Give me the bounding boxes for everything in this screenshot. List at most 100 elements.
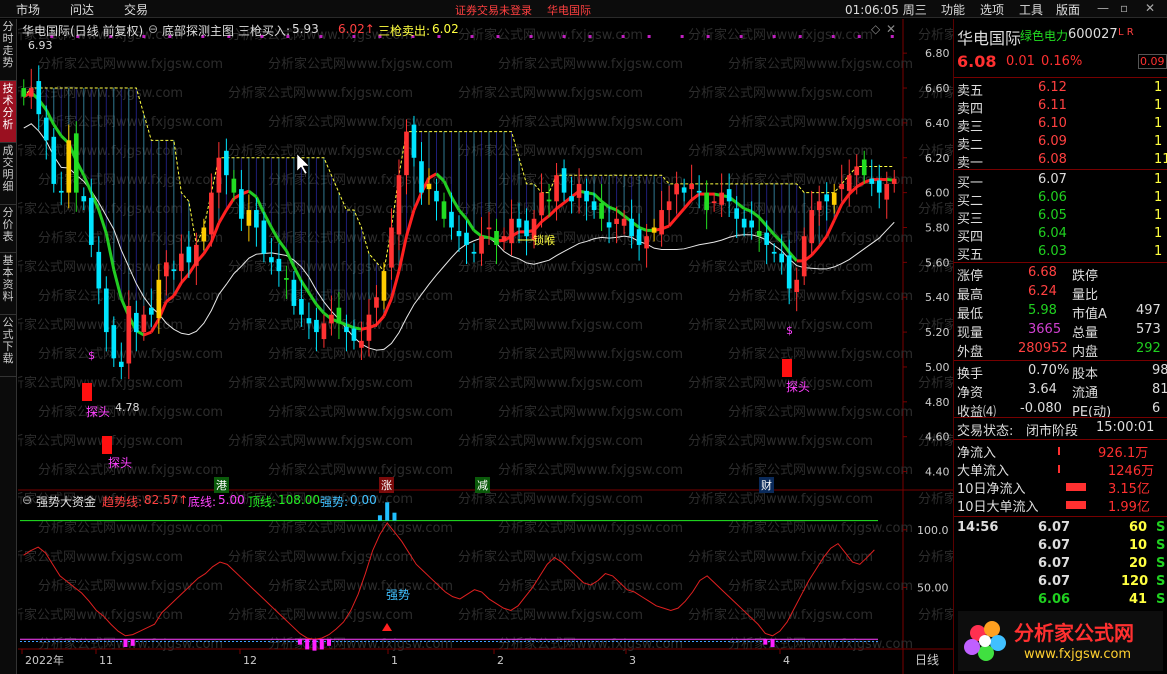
candle-body[interactable]: [861, 159, 867, 176]
candle-body[interactable]: [569, 196, 574, 202]
candle-body[interactable]: [441, 201, 447, 219]
candle-body[interactable]: [194, 244, 199, 266]
event-marker-finance[interactable]: 财: [759, 477, 774, 493]
candle-body[interactable]: [254, 210, 259, 228]
candle-body[interactable]: [164, 262, 169, 277]
candle-body[interactable]: [261, 220, 267, 254]
ask-row[interactable]: 卖三 6.10 1: [954, 116, 1167, 135]
candle-body[interactable]: [891, 178, 897, 184]
candle-body[interactable]: [321, 323, 327, 340]
ask-row[interactable]: 卖二 6.09 1: [954, 134, 1167, 153]
ask-row[interactable]: 卖四 6.11 1: [954, 98, 1167, 117]
candle-body[interactable]: [689, 183, 694, 190]
minimize-icon[interactable]: —: [1097, 1, 1109, 15]
candle-body[interactable]: [786, 255, 792, 289]
candle-body[interactable]: [696, 190, 702, 193]
panel-close-icon[interactable]: ✕: [886, 22, 896, 36]
tab-price-table[interactable]: 分价表: [0, 205, 16, 253]
candle-body[interactable]: [201, 227, 207, 242]
candle-body[interactable]: [494, 230, 499, 245]
close-icon[interactable]: ✕: [1145, 1, 1155, 15]
candle-body[interactable]: [704, 192, 709, 211]
candle-body[interactable]: [351, 328, 357, 341]
candle-body[interactable]: [231, 178, 237, 193]
candle-body[interactable]: [621, 218, 627, 226]
bid-row[interactable]: 买三 6.05 1: [954, 208, 1167, 227]
sub-indicator-name[interactable]: 强势大资金: [36, 493, 96, 510]
tab-trades[interactable]: 成交明细: [0, 143, 16, 205]
candle-body[interactable]: [884, 183, 890, 200]
candle-body[interactable]: [419, 161, 424, 193]
diamond-icon[interactable]: ◇: [871, 22, 880, 36]
candle-body[interactable]: [404, 131, 409, 176]
candle-body[interactable]: [284, 278, 289, 280]
candle-body[interactable]: [464, 232, 469, 245]
bid-row[interactable]: 买一 6.07 1: [954, 172, 1167, 191]
candle-body[interactable]: [711, 201, 717, 204]
candle-body[interactable]: [28, 88, 34, 97]
candle-body[interactable]: [186, 246, 192, 263]
candle-body[interactable]: [614, 218, 619, 225]
candle-body[interactable]: [854, 166, 860, 176]
candle-body[interactable]: [344, 326, 349, 333]
candle-body[interactable]: [516, 218, 522, 228]
candle-body[interactable]: [606, 222, 612, 228]
candle-body[interactable]: [239, 189, 244, 219]
candle-body[interactable]: [509, 218, 514, 244]
candle-body[interactable]: [434, 190, 439, 202]
candle-body[interactable]: [779, 253, 785, 263]
candle-body[interactable]: [209, 192, 214, 235]
candle-body[interactable]: [824, 194, 830, 202]
indicator-name[interactable]: 底部探测主图: [162, 22, 234, 39]
candle-body[interactable]: [118, 361, 124, 367]
menu-trade[interactable]: 交易: [124, 1, 148, 18]
candle-body[interactable]: [644, 236, 649, 249]
candle-body[interactable]: [734, 208, 739, 219]
candle-body[interactable]: [794, 279, 800, 292]
candle-body[interactable]: [269, 257, 274, 263]
candle-body[interactable]: [366, 314, 372, 341]
ask-row[interactable]: 卖五 6.12 1: [954, 80, 1167, 99]
candle-body[interactable]: [224, 150, 229, 176]
candle-body[interactable]: [411, 124, 417, 158]
bid-row[interactable]: 买二 6.06 1: [954, 190, 1167, 209]
candle-body[interactable]: [276, 258, 282, 272]
candle-body[interactable]: [666, 201, 672, 211]
event-marker-rise[interactable]: 涨: [379, 477, 394, 493]
candle-body[interactable]: [171, 269, 177, 272]
candle-body[interactable]: [329, 314, 334, 324]
candle-body[interactable]: [816, 201, 822, 211]
candle-body[interactable]: [246, 210, 252, 226]
candle-body[interactable]: [576, 183, 582, 198]
candle-body[interactable]: [681, 187, 687, 193]
indicator-dropdown-icon[interactable]: ⊖: [148, 22, 158, 36]
candle-body[interactable]: [869, 178, 875, 184]
candle-body[interactable]: [179, 253, 184, 272]
candle-body[interactable]: [524, 220, 529, 237]
candle-body[interactable]: [336, 307, 342, 324]
menu-market[interactable]: 市场: [16, 1, 40, 18]
candle-body[interactable]: [801, 236, 807, 277]
candle-body[interactable]: [133, 312, 139, 333]
candle-body[interactable]: [554, 175, 559, 202]
candle-body[interactable]: [58, 190, 64, 193]
login-warning[interactable]: 证券交易未登录: [455, 2, 532, 18]
candle-body[interactable]: [591, 201, 597, 211]
candle-body[interactable]: [719, 192, 724, 205]
period-label[interactable]: 日线: [915, 653, 939, 667]
candle-body[interactable]: [21, 88, 27, 97]
tab-technical[interactable]: 技术分析: [0, 81, 16, 143]
menu-function[interactable]: 功能: [941, 1, 965, 18]
candle-body[interactable]: [471, 251, 477, 254]
candle-body[interactable]: [359, 340, 364, 348]
candle-body[interactable]: [216, 157, 222, 193]
candle-body[interactable]: [306, 318, 312, 324]
candle-body[interactable]: [96, 251, 102, 289]
candle-body[interactable]: [81, 196, 87, 202]
candle-body[interactable]: [876, 180, 882, 193]
candle-body[interactable]: [749, 220, 754, 228]
tab-fundamentals[interactable]: 基本资料: [0, 253, 16, 315]
candle-body[interactable]: [103, 288, 109, 333]
tab-formula-download[interactable]: 公式下载: [0, 315, 16, 377]
candle-body[interactable]: [73, 133, 79, 193]
